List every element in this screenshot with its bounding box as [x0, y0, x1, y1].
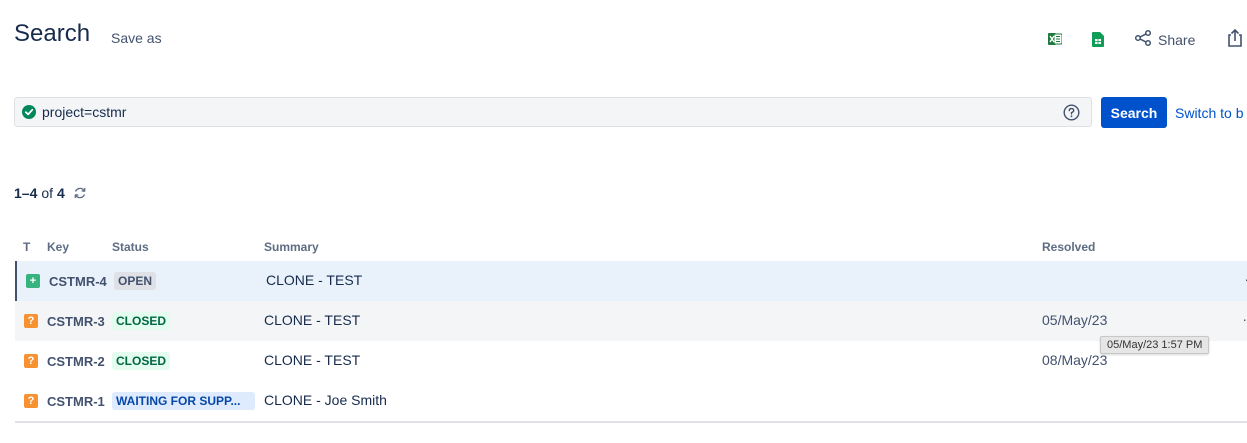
issue-summary[interactable]: CLONE - TEST — [264, 312, 360, 328]
table-bottom-divider — [15, 421, 1247, 423]
status-badge: CLOSED — [112, 312, 171, 330]
check-circle-icon — [22, 105, 36, 124]
share-label: Share — [1158, 31, 1196, 48]
table-row[interactable]: ? CSTMR-3 CLOSED CLONE - TEST 05/May/23 … — [15, 301, 1247, 341]
question-type-icon: ? — [24, 354, 38, 368]
google-sheets-icon[interactable] — [1088, 29, 1108, 49]
switch-to-basic-link[interactable]: Switch to b — [1175, 105, 1243, 121]
question-circle-icon[interactable] — [1063, 104, 1080, 126]
share-button[interactable]: Share — [1134, 29, 1195, 50]
status-badge: WAITING FOR SUPP... — [112, 392, 255, 410]
question-type-icon: ? — [24, 394, 38, 408]
column-header-summary[interactable]: Summary — [264, 240, 319, 254]
status-badge: CLOSED — [112, 352, 171, 370]
results-count: 1–4 of 4 — [14, 185, 87, 201]
table-row[interactable]: ? CSTMR-1 WAITING FOR SUPP... CLONE - Jo… — [15, 381, 1247, 421]
resolved-date-tooltip: 05/May/23 1:57 PM — [1100, 336, 1210, 354]
issue-resolved: 08/May/23 — [1042, 352, 1108, 368]
save-as-button[interactable]: Save as — [111, 30, 162, 46]
search-button[interactable]: Search — [1101, 97, 1167, 128]
results-range: 1–4 — [14, 185, 38, 201]
refresh-icon[interactable] — [73, 186, 87, 200]
column-header-status[interactable]: Status — [112, 240, 149, 254]
issue-summary[interactable]: CLONE - TEST — [266, 272, 362, 288]
export-excel-icon[interactable] — [1045, 29, 1065, 49]
question-type-icon: ? — [24, 314, 38, 328]
issue-key[interactable]: CSTMR-2 — [47, 354, 105, 369]
results-total: 4 — [57, 185, 65, 201]
column-header-resolved[interactable]: Resolved — [1042, 240, 1095, 254]
new-feature-type-icon: + — [26, 274, 40, 288]
issue-key[interactable]: CSTMR-3 — [47, 314, 105, 329]
table-row[interactable]: + CSTMR-4 OPEN CLONE - TEST · — [15, 261, 1247, 301]
issue-resolved: 05/May/23 — [1042, 312, 1108, 328]
issue-summary[interactable]: CLONE - TEST — [264, 352, 360, 368]
column-header-key[interactable]: Key — [47, 240, 69, 254]
page-title: Search — [14, 20, 91, 47]
column-header-type[interactable]: T — [23, 240, 30, 254]
table-row[interactable]: ? CSTMR-2 CLOSED CLONE - TEST 08/May/23 — [15, 341, 1247, 381]
share-icon — [1134, 29, 1152, 50]
issue-key[interactable]: CSTMR-4 — [49, 274, 107, 289]
issue-summary[interactable]: CLONE - Joe Smith — [264, 392, 387, 408]
issue-key[interactable]: CSTMR-1 — [47, 394, 105, 409]
jql-query-input[interactable]: project=cstmr — [14, 97, 1092, 127]
results-of: of — [41, 185, 54, 201]
jql-query-text: project=cstmr — [42, 104, 127, 120]
row-actions-icon[interactable]: · — [1242, 311, 1247, 327]
status-badge: OPEN — [114, 272, 157, 290]
export-icon[interactable] — [1226, 28, 1244, 53]
